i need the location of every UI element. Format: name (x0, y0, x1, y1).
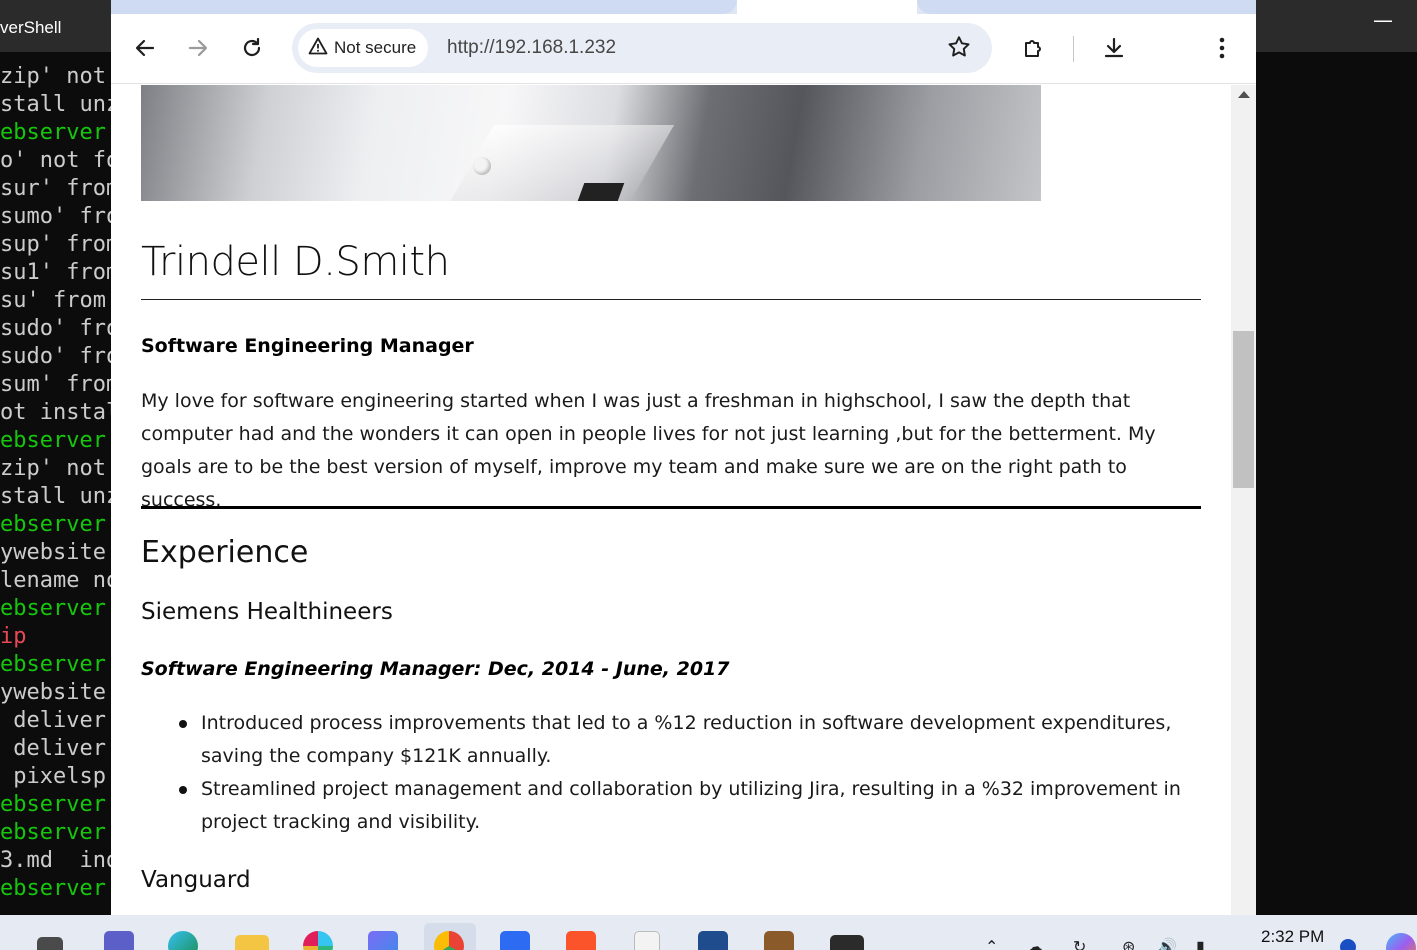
role-title: Software Engineering Manager (141, 335, 474, 357)
back-icon[interactable] (129, 32, 161, 64)
profile-photo (141, 85, 1041, 201)
terminal-line: ebserver: (0, 120, 112, 145)
vscode-icon[interactable] (500, 931, 530, 950)
list-item: Streamlined project management and colla… (179, 773, 1201, 839)
divider (141, 299, 1201, 300)
terminal-icon[interactable] (830, 935, 864, 950)
section-divider (141, 506, 1201, 509)
tab-strip (111, 0, 1256, 14)
terminal-line: ywebsite. (0, 680, 112, 705)
site-info-chip[interactable]: Not secure (298, 29, 428, 67)
terminal-line: su' from (0, 288, 106, 313)
clock[interactable]: 2:32 PM (1261, 927, 1324, 947)
terminal-line: sur' from (0, 176, 112, 201)
teams-icon[interactable] (104, 931, 134, 950)
terminal-line: ip (0, 624, 27, 649)
volume-icon[interactable]: 🔊 (1157, 937, 1177, 950)
chevron-up-icon[interactable]: ⌃ (985, 937, 998, 950)
minimize-icon[interactable]: — (1373, 8, 1393, 32)
browser-toolbar: Not secure http://192.168.1.232 (111, 14, 1256, 84)
experience-heading: Experience (141, 535, 309, 570)
copilot-tray-icon[interactable] (1386, 933, 1416, 950)
scrollbar[interactable] (1231, 85, 1256, 915)
warning-icon (308, 37, 328, 59)
reload-icon[interactable] (236, 32, 268, 64)
tab-active[interactable] (737, 0, 917, 14)
brave-icon[interactable] (566, 931, 596, 950)
terminal-line: deliver (0, 736, 106, 761)
terminal-line: ebserver: (0, 876, 112, 901)
terminal-line: ywebsite. (0, 540, 112, 565)
terminal-line: ebserver: (0, 652, 112, 677)
terminal-line: ebserver: (0, 512, 112, 537)
job-achievements: Introduced process improvements that led… (179, 707, 1201, 839)
notification-dot[interactable] (1340, 939, 1356, 950)
toolbar-divider (1073, 36, 1074, 62)
job-title: Software Engineering Manager: Dec, 2014 … (141, 658, 730, 680)
edge-icon[interactable] (168, 931, 198, 950)
terminal-line: zip' not (0, 64, 106, 89)
terminal-line: stall unz (0, 92, 112, 117)
security-label: Not secure (334, 38, 417, 57)
file-explorer-icon[interactable] (235, 935, 269, 950)
terminal-line: zip' not (0, 456, 106, 481)
battery-icon[interactable]: ▮ (1196, 937, 1205, 950)
terminal-title: verShell (0, 18, 62, 37)
start-icon[interactable] (37, 937, 63, 950)
winrar-icon[interactable] (764, 931, 794, 950)
virtualbox-icon[interactable] (698, 931, 728, 950)
sync-icon[interactable]: ↻ (1073, 937, 1086, 950)
menu-kebab-icon[interactable] (1206, 32, 1238, 64)
bookmark-star-icon[interactable] (946, 34, 972, 64)
terminal-line: su1' from (0, 260, 112, 285)
company-name: Siemens Healthineers (141, 599, 393, 625)
terminal-line: pixelsp (0, 764, 106, 789)
terminal-line: sudo' fro (0, 316, 112, 341)
terminal-line: ebserver: (0, 792, 112, 817)
scroll-up-icon[interactable] (1238, 91, 1250, 98)
list-item: Introduced process improvements that led… (179, 707, 1201, 773)
terminal-line: sudo' fro (0, 344, 112, 369)
terminal-line: deliver (0, 708, 106, 733)
terminal-output: zip' not stall unz ebserver: o' not fo sur' … (0, 64, 112, 904)
terminal-line: 3.md ind (0, 848, 112, 873)
terminal-line: sup' from (0, 232, 112, 257)
terminal-background (1256, 52, 1417, 915)
terminal-line: lename no (0, 568, 112, 593)
terminal-line: sumo' fro (0, 204, 112, 229)
download-icon[interactable] (1098, 32, 1130, 64)
tab-inactive[interactable] (111, 0, 737, 14)
terminal-line: o' not fo (0, 148, 112, 173)
address-bar[interactable]: Not secure http://192.168.1.232 (292, 23, 992, 73)
wifi-icon[interactable]: ⊛ (1122, 937, 1135, 950)
copilot-icon[interactable] (368, 931, 398, 950)
scrollbar-thumb[interactable] (1233, 331, 1254, 488)
forward-icon[interactable] (182, 32, 214, 64)
slack-icon[interactable] (303, 931, 333, 950)
extensions-icon[interactable] (1018, 32, 1050, 64)
terminal-line: ebserver: (0, 820, 112, 845)
taskbar: ⌃ ☁ ↻ ⊛ 🔊 ▮ 2:32 PM (0, 915, 1417, 950)
terminal-line: ot instal (0, 400, 112, 425)
tab-inactive[interactable] (917, 0, 1256, 14)
page-title: Trindell D.Smith (141, 239, 450, 285)
browser-window: Not secure http://192.168.1.232 Trindell… (111, 0, 1256, 915)
company-name: Vanguard (141, 867, 251, 893)
notepad-icon[interactable] (634, 931, 660, 950)
terminal-line: sum' from (0, 372, 112, 397)
bio-paragraph: My love for software engineering started… (141, 390, 1156, 511)
page-viewport: Trindell D.Smith Software Engineering Ma… (111, 85, 1231, 915)
url-text[interactable]: http://192.168.1.232 (447, 37, 616, 59)
terminal-line: ebserver: (0, 596, 112, 621)
terminal-line: ebserver: (0, 428, 112, 453)
cloud-icon[interactable]: ☁ (1027, 937, 1043, 950)
terminal-line: stall unz (0, 484, 112, 509)
